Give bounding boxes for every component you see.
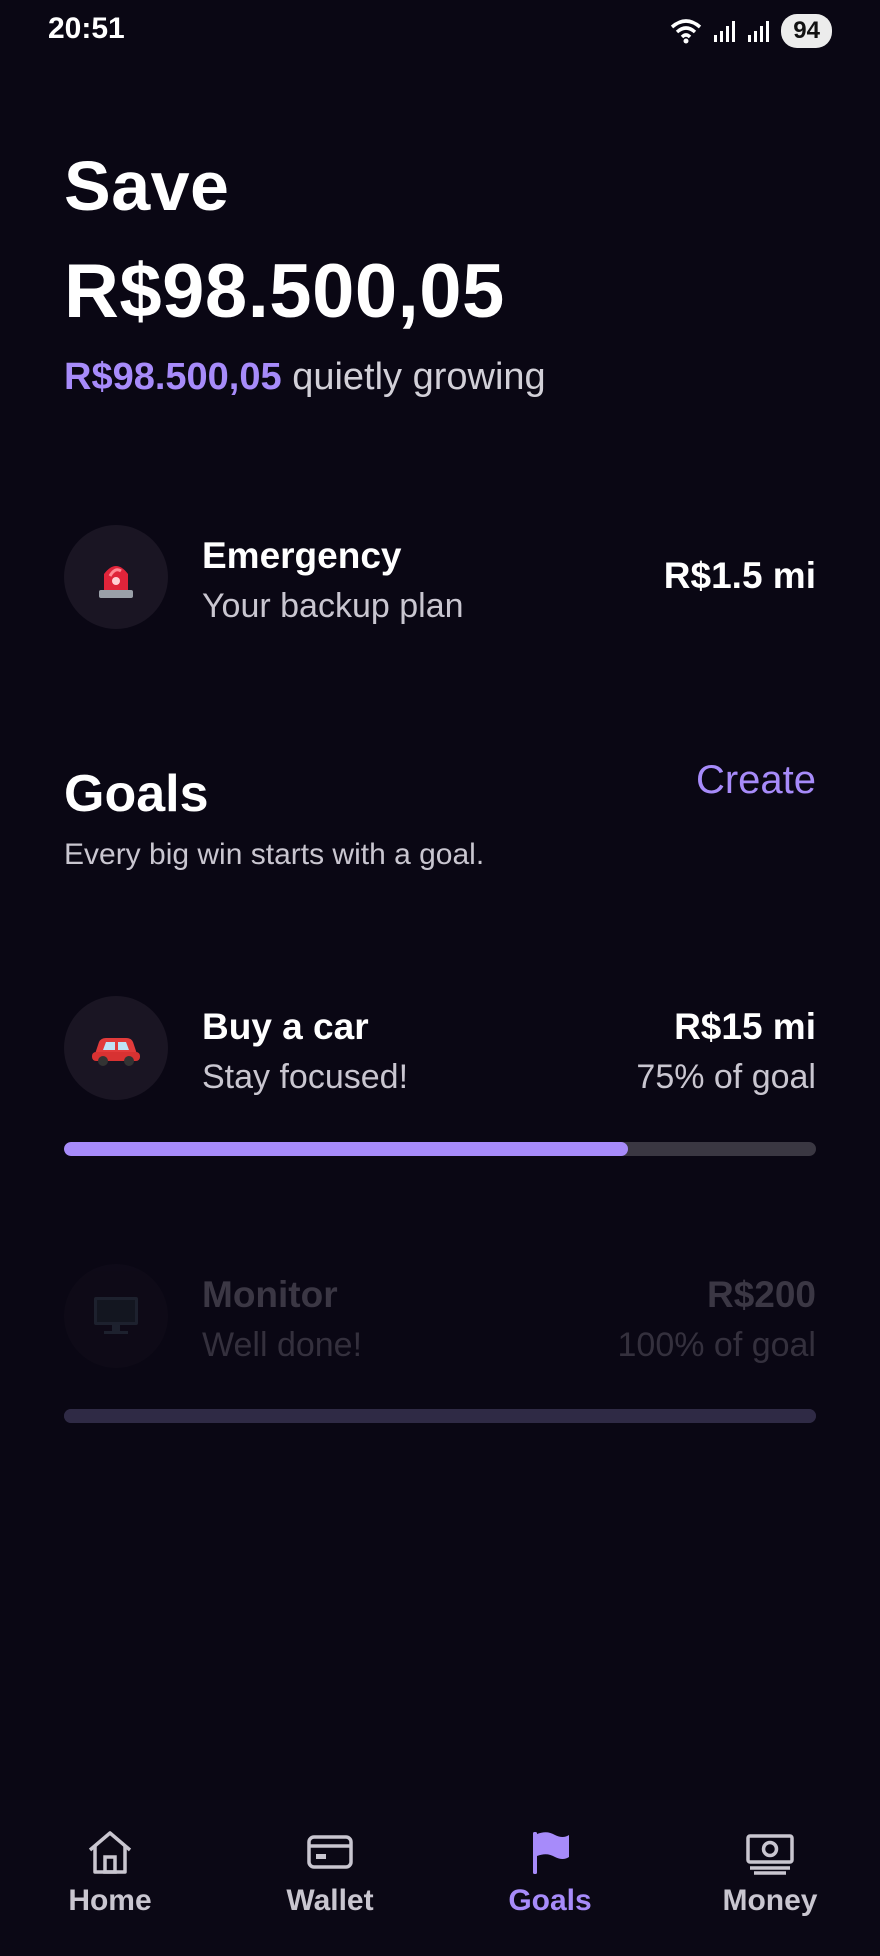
status-icons: 94: [669, 14, 832, 48]
car-icon: [64, 996, 168, 1100]
nav-item-home[interactable]: Home: [0, 1800, 220, 1956]
goal-progress-label: 100% of goal: [617, 1326, 817, 1364]
signal-icon-2: [747, 19, 771, 43]
battery-indicator: 94: [781, 14, 832, 48]
nav-label-money: Money: [722, 1884, 818, 1917]
page-title: Save: [64, 147, 230, 225]
bottom-nav: Home Wallet Goals Money: [0, 1800, 880, 1956]
goal-progress-label: 75% of goal: [636, 1058, 816, 1096]
emergency-subtitle: Your backup plan: [202, 587, 464, 625]
goal-progress-bar: [64, 1142, 816, 1156]
nav-item-goals[interactable]: Goals: [440, 1800, 660, 1956]
goal-title: Buy a car: [202, 1006, 369, 1047]
flag-icon: [525, 1828, 575, 1876]
nav-item-money[interactable]: Money: [660, 1800, 880, 1956]
emergency-title: Emergency: [202, 535, 402, 576]
goal-progress-bar: [64, 1409, 816, 1423]
goal-row-monitor[interactable]: Monitor Well done! R$200 100% of goal: [64, 1264, 816, 1370]
wifi-icon: [669, 18, 703, 44]
total-saved-amount: R$98.500,05: [64, 249, 505, 334]
status-time: 20:51: [48, 12, 125, 45]
emergency-fund-row[interactable]: Emergency Your backup plan R$1.5 mi: [64, 525, 816, 631]
home-icon: [85, 1828, 135, 1876]
nav-label-goals: Goals: [508, 1884, 592, 1917]
nav-label-wallet: Wallet: [286, 1884, 374, 1917]
goal-row-buy-a-car[interactable]: Buy a car Stay focused! R$15 mi 75% of g…: [64, 996, 816, 1102]
goal-progress-fill: [64, 1409, 816, 1423]
nav-item-wallet[interactable]: Wallet: [220, 1800, 440, 1956]
growth-amount: R$98.500,05: [64, 356, 282, 398]
goals-section-subtitle: Every big win starts with a goal.: [64, 838, 485, 871]
growth-summary: R$98.500,05 quietly growing: [64, 356, 546, 399]
goal-progress-fill: [64, 1142, 628, 1156]
growth-text: quietly growing: [281, 356, 546, 398]
goal-amount: R$200: [706, 1274, 816, 1315]
goals-section-title: Goals: [64, 765, 209, 823]
status-bar: 20:51 94: [0, 0, 880, 64]
create-goal-button[interactable]: Create: [696, 758, 816, 803]
money-icon: [745, 1828, 795, 1876]
goal-subtitle: Stay focused!: [202, 1058, 409, 1096]
wallet-icon: [305, 1828, 355, 1876]
signal-icon: [713, 19, 737, 43]
police-light-icon: [64, 525, 168, 629]
goal-subtitle: Well done!: [202, 1326, 363, 1364]
goal-title: Monitor: [202, 1274, 338, 1315]
nav-label-home: Home: [68, 1884, 152, 1917]
monitor-icon: [64, 1264, 168, 1368]
goal-amount: R$15 mi: [674, 1006, 816, 1047]
emergency-amount: R$1.5 mi: [663, 555, 816, 596]
